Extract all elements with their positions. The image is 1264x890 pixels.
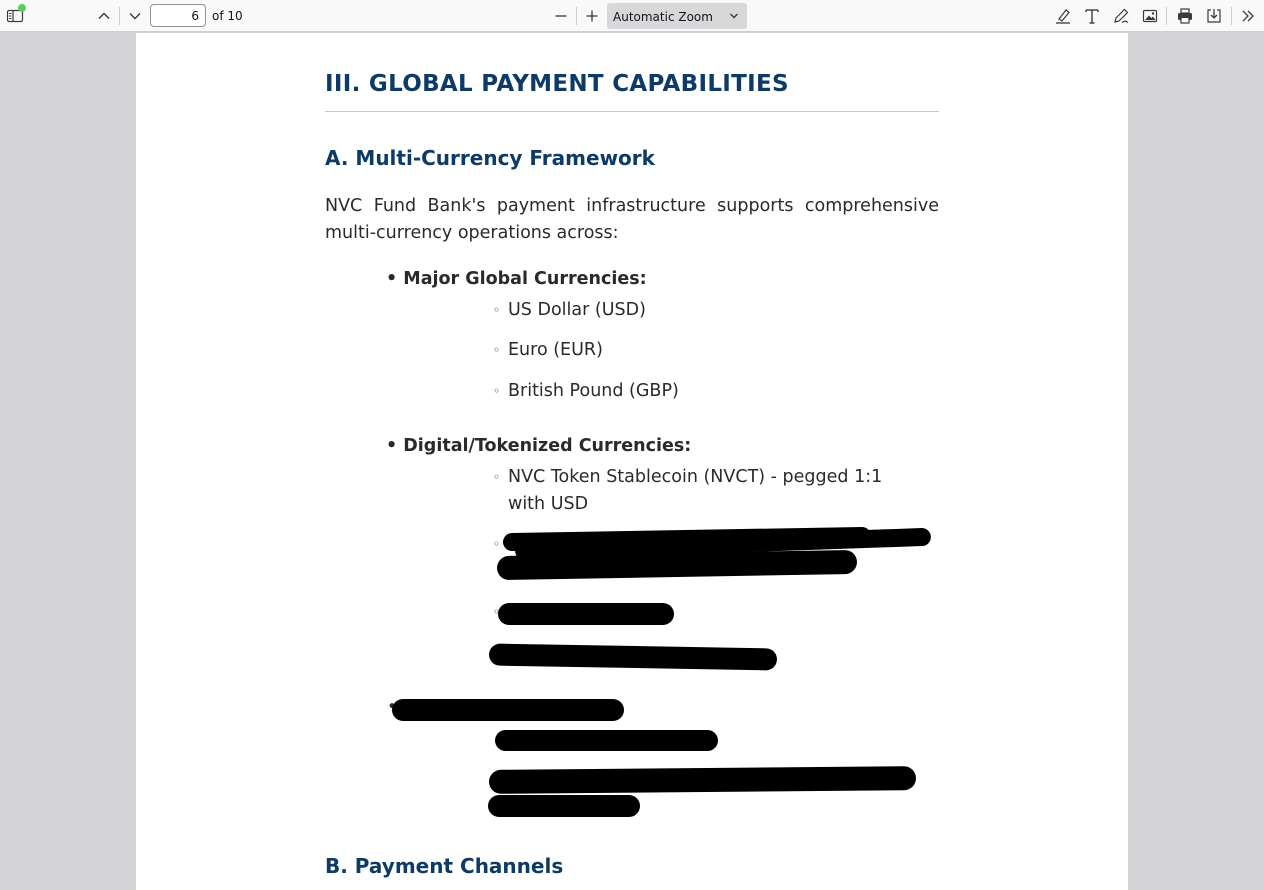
redaction-mark xyxy=(498,603,674,625)
redaction-mark xyxy=(392,699,624,721)
circle-bullet-icon: ◦ xyxy=(493,470,501,484)
bullet-icon: • xyxy=(386,269,404,289)
circle-bullet-icon: ◦ xyxy=(493,384,501,398)
heading-divider xyxy=(325,111,939,112)
toolbar-separator xyxy=(1231,7,1232,25)
redaction-mark xyxy=(495,730,718,751)
currency-eur: Euro (EUR) xyxy=(508,340,603,360)
redaction-mark xyxy=(488,766,917,794)
notification-dot xyxy=(18,4,26,12)
print-icon[interactable] xyxy=(1173,4,1197,28)
page-count-label: of 10 xyxy=(212,9,243,23)
chevron-down-icon xyxy=(730,13,738,19)
sub-list-item: ◦ US Dollar (USD) xyxy=(493,297,646,324)
zoom-select-value: Automatic Zoom xyxy=(613,10,713,24)
text-icon[interactable] xyxy=(1080,4,1104,28)
highlight-icon[interactable] xyxy=(1051,4,1075,28)
pdf-toolbar: of 10 Automatic Zoom xyxy=(0,0,1264,32)
toolbar-separator xyxy=(119,7,120,25)
circle-bullet-icon: ◦ xyxy=(493,303,501,317)
subsection-a-heading: A. Multi-Currency Framework xyxy=(325,146,655,170)
sub-list-item: ◦ NVC Token Stablecoin (NVCT) - pegged 1:… xyxy=(493,464,918,518)
bullet-icon: • xyxy=(386,436,404,456)
previous-page-icon[interactable] xyxy=(92,4,116,28)
tools-menu-icon[interactable] xyxy=(1236,4,1260,28)
circle-bullet-icon: ◦ xyxy=(493,537,501,551)
list-item: • Digital/Tokenized Currencies: xyxy=(386,436,691,456)
currency-gbp: British Pound (GBP) xyxy=(508,381,679,401)
page-number-input[interactable] xyxy=(150,4,206,27)
sub-list-item: ◦ British Pound (GBP) xyxy=(493,378,679,405)
subsection-b-heading: B. Payment Channels xyxy=(325,854,564,878)
zoom-select[interactable]: Automatic Zoom xyxy=(607,3,747,29)
currency-nvct: NVC Token Stablecoin (NVCT) - pegged 1:1… xyxy=(508,467,883,514)
redaction-mark xyxy=(488,795,640,817)
toolbar-separator xyxy=(576,7,577,25)
redaction-mark xyxy=(496,549,858,581)
image-icon[interactable] xyxy=(1138,4,1162,28)
toolbar-separator xyxy=(1166,7,1167,25)
pdf-viewer-area[interactable]: III. GLOBAL PAYMENT CAPABILITIES A. Mult… xyxy=(0,33,1264,890)
group-label-major-currencies: Major Global Currencies: xyxy=(403,269,647,289)
zoom-out-icon[interactable] xyxy=(549,4,573,28)
currency-usd: US Dollar (USD) xyxy=(508,300,646,320)
redaction-mark xyxy=(488,643,778,671)
group-label-digital-currencies: Digital/Tokenized Currencies: xyxy=(403,436,692,456)
intro-paragraph: NVC Fund Bank's payment infrastructure s… xyxy=(325,196,939,243)
zoom-in-icon[interactable] xyxy=(580,4,604,28)
pdf-page: III. GLOBAL PAYMENT CAPABILITIES A. Mult… xyxy=(136,33,1128,890)
section-title: III. GLOBAL PAYMENT CAPABILITIES xyxy=(325,71,789,97)
save-icon[interactable] xyxy=(1202,4,1226,28)
sub-list-item: ◦ Euro (EUR) xyxy=(493,337,603,364)
next-page-icon[interactable] xyxy=(123,4,147,28)
list-item: • Major Global Currencies: xyxy=(386,269,647,289)
circle-bullet-icon: ◦ xyxy=(493,343,501,357)
draw-icon[interactable] xyxy=(1109,4,1133,28)
